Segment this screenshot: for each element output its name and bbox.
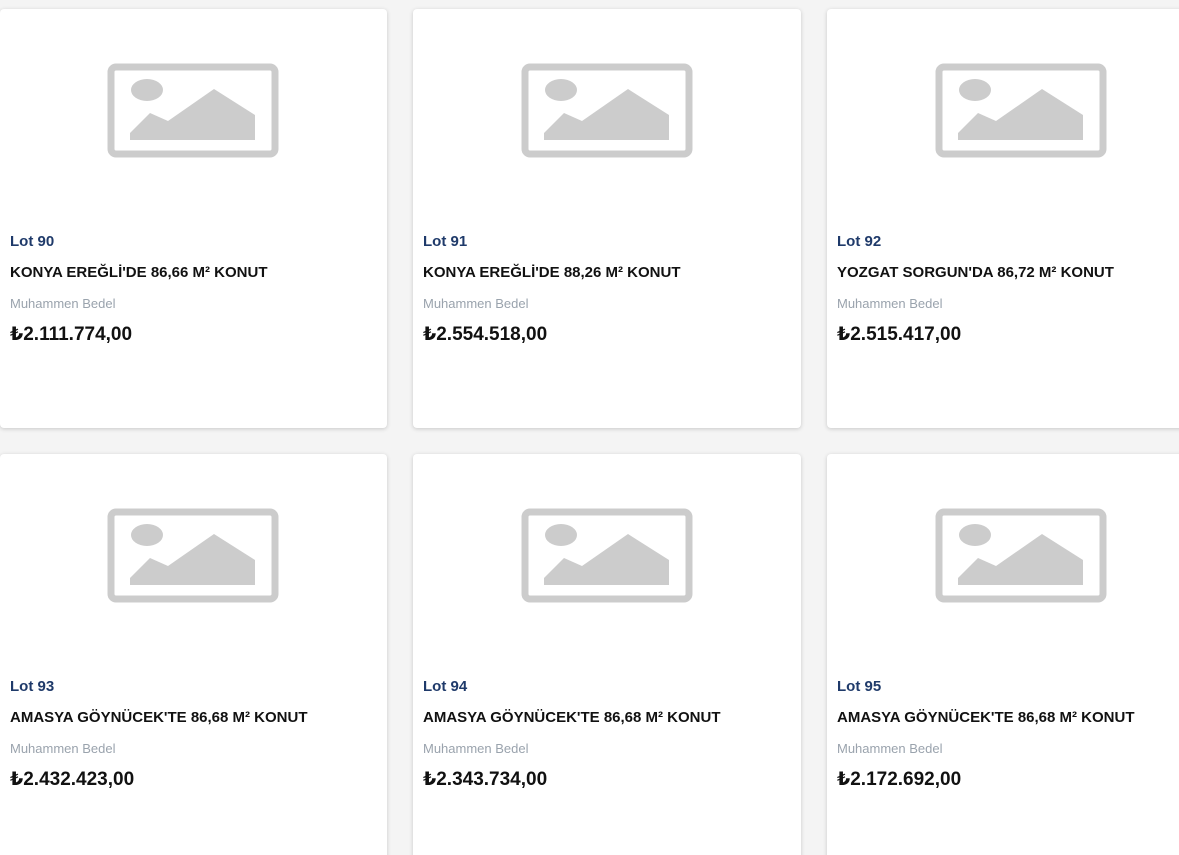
image-placeholder-icon [107,63,279,158]
price-label: Muhammen Bedel [423,296,529,311]
listing-price: ₺2.172.692,00 [837,769,962,790]
listing-price: ₺2.515.417,00 [837,324,962,345]
listing-card[interactable]: Lot 90 KONYA EREĞLİ'DE 86,66 M² KONUT Mu… [0,9,387,428]
listing-image[interactable] [413,9,801,209]
lot-number: Lot 91 [423,233,468,250]
listing-grid: Lot 90 KONYA EREĞLİ'DE 86,66 M² KONUT Mu… [0,0,1179,855]
listing-image[interactable] [827,454,1179,654]
listing-title[interactable]: YOZGAT SORGUN'DA 86,72 M² KONUT [837,263,1177,283]
price-label: Muhammen Bedel [423,741,529,756]
price-label: Muhammen Bedel [10,741,116,756]
listing-card[interactable]: Lot 95 AMASYA GÖYNÜCEK'TE 86,68 M² KONUT… [827,454,1179,855]
price-label: Muhammen Bedel [837,741,943,756]
listing-price: ₺2.554.518,00 [423,324,548,345]
price-label: Muhammen Bedel [10,296,116,311]
listing-price: ₺2.343.734,00 [423,769,548,790]
lot-number: Lot 92 [837,233,882,250]
listing-title[interactable]: AMASYA GÖYNÜCEK'TE 86,68 M² KONUT [10,708,377,728]
image-placeholder-icon [935,63,1107,158]
listing-card[interactable]: Lot 92 YOZGAT SORGUN'DA 86,72 M² KONUT M… [827,9,1179,428]
price-label: Muhammen Bedel [837,296,943,311]
image-placeholder-icon [521,508,693,603]
listing-image[interactable] [0,9,387,209]
image-placeholder-icon [521,63,693,158]
listing-card[interactable]: Lot 94 AMASYA GÖYNÜCEK'TE 86,68 M² KONUT… [413,454,801,855]
lot-number: Lot 90 [10,233,55,250]
image-placeholder-icon [935,508,1107,603]
listing-title[interactable]: AMASYA GÖYNÜCEK'TE 86,68 M² KONUT [837,708,1177,728]
lot-number: Lot 94 [423,678,468,695]
lot-number: Lot 95 [837,678,882,695]
listing-title[interactable]: KONYA EREĞLİ'DE 88,26 M² KONUT [423,263,791,283]
lot-number: Lot 93 [10,678,55,695]
listing-card[interactable]: Lot 91 KONYA EREĞLİ'DE 88,26 M² KONUT Mu… [413,9,801,428]
listing-image[interactable] [827,9,1179,209]
listing-price: ₺2.111.774,00 [10,324,133,345]
listing-image[interactable] [0,454,387,654]
listing-title[interactable]: KONYA EREĞLİ'DE 86,66 M² KONUT [10,263,377,283]
listing-image[interactable] [413,454,801,654]
listing-card[interactable]: Lot 93 AMASYA GÖYNÜCEK'TE 86,68 M² KONUT… [0,454,387,855]
listing-price: ₺2.432.423,00 [10,769,135,790]
image-placeholder-icon [107,508,279,603]
listing-title[interactable]: AMASYA GÖYNÜCEK'TE 86,68 M² KONUT [423,708,791,728]
